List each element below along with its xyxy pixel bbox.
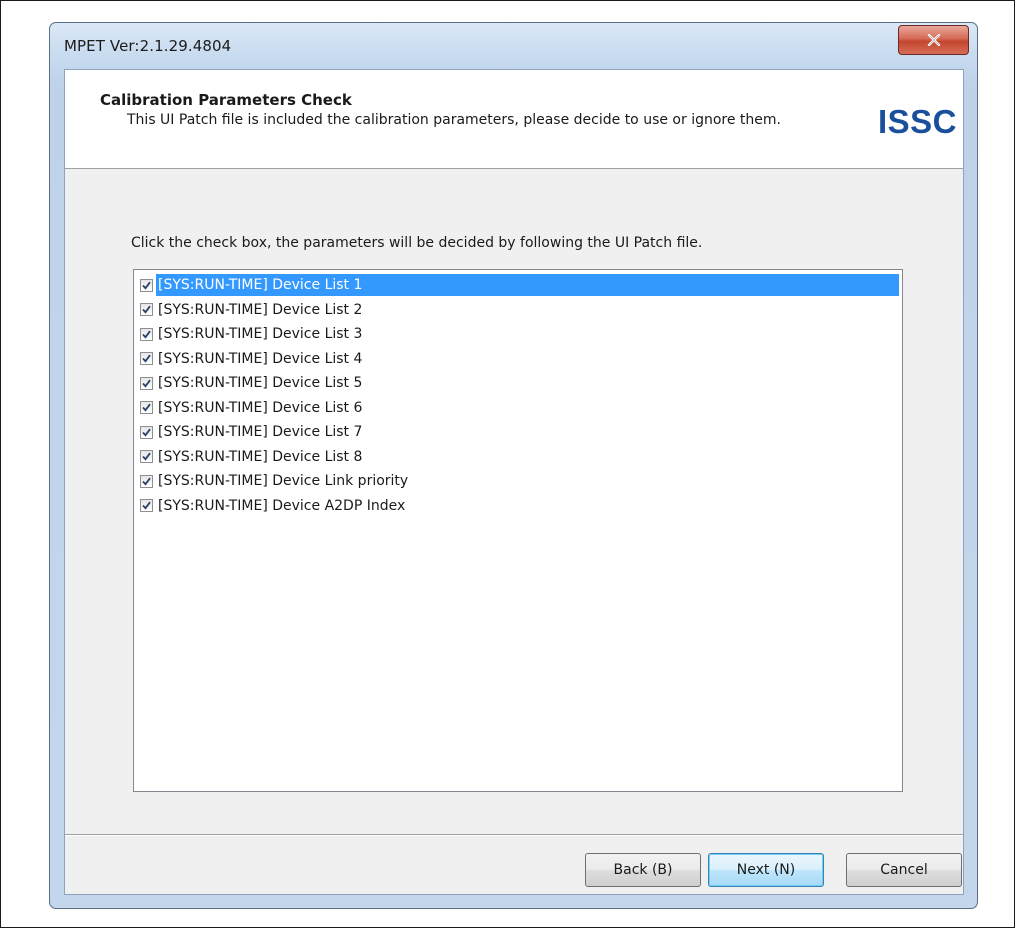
item-label: [SYS:RUN-TIME] Device Link priority <box>158 473 409 489</box>
title-bar[interactable]: MPET Ver:2.1.29.4804 <box>50 23 977 69</box>
item-checkbox[interactable] <box>140 401 153 414</box>
item-label: [SYS:RUN-TIME] Device List 2 <box>158 301 363 318</box>
item-checkbox[interactable] <box>140 425 153 439</box>
list-item[interactable]: [SYS:RUN-TIME] Device List 1 <box>137 273 899 297</box>
item-label-area: [SYS:RUN-TIME] Device List 7 <box>156 421 899 443</box>
list-item[interactable]: [SYS:RUN-TIME] Device List 3 <box>137 322 899 346</box>
page-title: Calibration Parameters Check <box>100 91 352 109</box>
item-label: [SYS:RUN-TIME] Device List 6 <box>158 399 363 416</box>
checkmark-icon <box>142 452 151 461</box>
item-label-area: [SYS:RUN-TIME] Device List 6 <box>156 397 899 419</box>
item-label-area: [SYS:RUN-TIME] Device List 2 <box>156 299 899 321</box>
dialog-client-area: Calibration Parameters Check This UI Pat… <box>64 69 964 895</box>
item-checkbox[interactable] <box>140 327 153 341</box>
item-label: [SYS:RUN-TIME] Device List 7 <box>158 424 363 440</box>
item-checkbox[interactable] <box>140 474 153 488</box>
item-label-area: [SYS:RUN-TIME] Device A2DP Index <box>156 495 899 517</box>
checkmark-icon <box>142 477 151 486</box>
checkmark-icon <box>142 305 151 314</box>
back-button[interactable]: Back (B) <box>585 853 701 887</box>
item-label: [SYS:RUN-TIME] Device List 5 <box>158 375 363 391</box>
list-item[interactable]: [SYS:RUN-TIME] Device List 7 <box>137 420 899 444</box>
list-item[interactable]: [SYS:RUN-TIME] Device Link priority <box>137 469 899 493</box>
item-label: [SYS:RUN-TIME] Device List 4 <box>158 350 363 367</box>
item-label-area: [SYS:RUN-TIME] Device Link priority <box>156 470 899 492</box>
instruction-text: Click the check box, the parameters will… <box>131 235 703 251</box>
list-item[interactable]: [SYS:RUN-TIME] Device List 5 <box>137 371 899 395</box>
item-label-area: [SYS:RUN-TIME] Device List 1 <box>156 274 899 296</box>
wizard-header: Calibration Parameters Check This UI Pat… <box>65 70 963 169</box>
item-checkbox[interactable] <box>140 499 153 512</box>
item-checkbox[interactable] <box>140 450 153 463</box>
item-label: [SYS:RUN-TIME] Device List 3 <box>158 326 363 342</box>
checkmark-icon <box>142 330 151 339</box>
list-item[interactable]: [SYS:RUN-TIME] Device List 8 <box>137 445 899 469</box>
list-item[interactable]: [SYS:RUN-TIME] Device A2DP Index <box>137 494 899 518</box>
list-item[interactable]: [SYS:RUN-TIME] Device List 6 <box>137 396 899 420</box>
next-button[interactable]: Next (N) <box>708 853 824 887</box>
page-subtitle: This UI Patch file is included the calib… <box>127 112 781 128</box>
window-title: MPET Ver:2.1.29.4804 <box>64 37 232 55</box>
checkmark-icon <box>142 379 151 388</box>
item-label: [SYS:RUN-TIME] Device List 1 <box>158 277 363 293</box>
checkmark-icon <box>142 428 151 437</box>
list-item[interactable]: [SYS:RUN-TIME] Device List 4 <box>137 347 899 371</box>
close-button[interactable] <box>898 25 969 55</box>
cancel-button[interactable]: Cancel <box>846 853 962 887</box>
checkmark-icon <box>142 501 151 510</box>
item-checkbox[interactable] <box>140 376 153 390</box>
checkmark-icon <box>142 281 151 290</box>
parameter-checklist[interactable]: [SYS:RUN-TIME] Device List 1 [SYS:RUN-TIM… <box>133 269 903 792</box>
item-checkbox[interactable] <box>140 303 153 316</box>
item-label: [SYS:RUN-TIME] Device List 8 <box>158 448 363 465</box>
item-label-area: [SYS:RUN-TIME] Device List 4 <box>156 348 899 370</box>
item-label-area: [SYS:RUN-TIME] Device List 8 <box>156 446 899 468</box>
item-label: [SYS:RUN-TIME] Device A2DP Index <box>158 497 406 514</box>
item-checkbox[interactable] <box>140 278 153 292</box>
checkmark-icon <box>142 403 151 412</box>
item-checkbox[interactable] <box>140 352 153 365</box>
issc-logo: ISSC <box>877 103 957 140</box>
item-label-area: [SYS:RUN-TIME] Device List 5 <box>156 372 899 394</box>
list-item[interactable]: [SYS:RUN-TIME] Device List 2 <box>137 298 899 322</box>
checkmark-icon <box>142 354 151 363</box>
footer-divider <box>65 834 963 836</box>
wizard-window: MPET Ver:2.1.29.4804 Calibration Paramet… <box>49 22 978 909</box>
item-label-area: [SYS:RUN-TIME] Device List 3 <box>156 323 899 345</box>
close-icon <box>927 34 941 46</box>
